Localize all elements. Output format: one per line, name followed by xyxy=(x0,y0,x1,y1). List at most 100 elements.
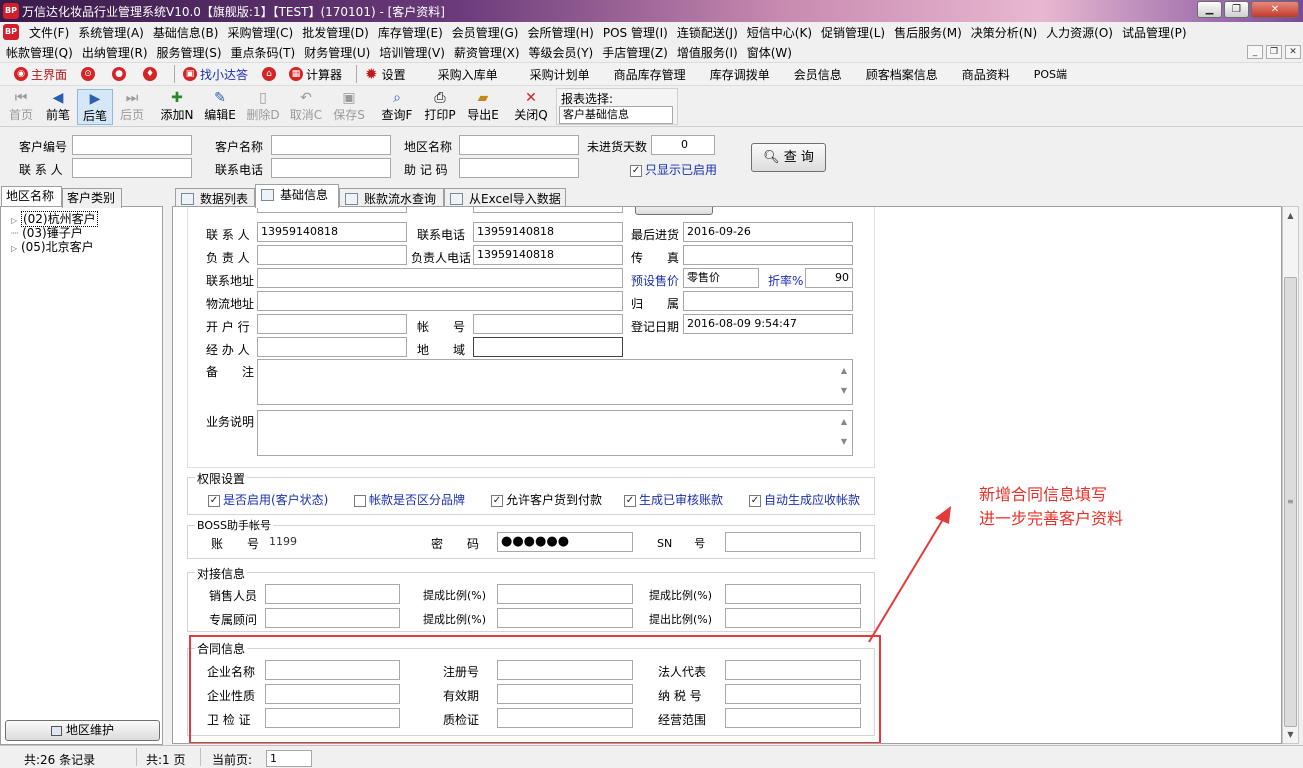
link-stock-manage[interactable]: 商品库存管理 xyxy=(614,66,686,83)
ratio1-field[interactable] xyxy=(497,584,633,604)
menu-barcode[interactable]: 重点条码(T) xyxy=(231,44,296,61)
maximize-icon[interactable]: ❐ xyxy=(1224,1,1249,18)
audited-checkbox[interactable]: ✓ 生成已审核账款 xyxy=(624,491,723,508)
bank-field[interactable] xyxy=(257,314,407,334)
ratio2-field[interactable] xyxy=(725,584,861,604)
menu-salary[interactable]: 薪资管理(X) xyxy=(454,44,520,61)
cancel-button[interactable]: ↶ 取消C xyxy=(287,89,325,125)
menu-wholesale[interactable]: 批发管理(D) xyxy=(302,24,369,41)
tab-region-name[interactable]: 地区名称 xyxy=(1,186,62,206)
no-purchase-days-input[interactable]: 0 xyxy=(651,135,715,155)
handler-field[interactable] xyxy=(257,337,407,357)
boss-password-field[interactable]: ●●●●●● xyxy=(497,532,633,552)
link-customer-archive[interactable]: 顾客档案信息 xyxy=(866,66,938,83)
menu-level-member[interactable]: 等级会员(Y) xyxy=(529,44,594,61)
account-field[interactable] xyxy=(473,314,623,334)
menu-service[interactable]: 服务管理(S) xyxy=(157,44,222,61)
menu-basic[interactable]: 基础信息(B) xyxy=(153,24,219,41)
fax-field[interactable] xyxy=(683,245,853,265)
calculator-button[interactable]: ▦ 计算器 xyxy=(289,66,342,83)
menu-finance[interactable]: 财务管理(U) xyxy=(304,44,370,61)
menu-sample[interactable]: 试品管理(P) xyxy=(1122,24,1187,41)
enabled-checkbox[interactable]: ✓ 是否启用(客户状态) xyxy=(208,491,328,508)
menu-purchase[interactable]: 采购管理(C) xyxy=(227,24,293,41)
current-page-input[interactable]: 1 xyxy=(266,750,312,767)
ratio3-field[interactable] xyxy=(497,608,633,628)
next-record-button[interactable]: ▶ 后笔 xyxy=(77,89,113,125)
reg-date-field[interactable]: 2016-08-09 9:54:47 xyxy=(683,314,853,334)
discount-field[interactable]: 90 xyxy=(805,268,853,288)
menu-accounts[interactable]: 帐款管理(Q) xyxy=(6,44,73,61)
contact-input[interactable] xyxy=(72,158,192,178)
belong-field[interactable] xyxy=(683,291,853,311)
scroll-up-icon[interactable]: ▲ xyxy=(1283,207,1298,224)
last-purchase-field[interactable]: 2016-09-26 xyxy=(683,222,853,242)
area-field[interactable] xyxy=(473,337,623,357)
menu-member[interactable]: 会员管理(G) xyxy=(452,24,519,41)
export-button[interactable]: ▰ 导出E xyxy=(464,89,502,125)
save-button[interactable]: ▣ 保存S xyxy=(330,89,368,125)
home-button[interactable]: ◉ 主界面 xyxy=(14,66,67,83)
mdi-restore-icon[interactable]: ❐ xyxy=(1266,45,1282,59)
logistics-field[interactable] xyxy=(257,291,623,311)
chat-button[interactable]: ● xyxy=(112,67,129,81)
mdi-close-icon[interactable]: ✕ xyxy=(1285,45,1301,59)
tab-basic-info[interactable]: 基础信息 xyxy=(255,184,339,208)
partial-field[interactable] xyxy=(473,207,623,213)
advisor-field[interactable] xyxy=(265,608,400,628)
add-button[interactable]: ✚ 添加N xyxy=(158,89,196,125)
remark-scroll-icon[interactable]: ▲ ▼ xyxy=(837,361,851,403)
discount-label[interactable]: 折率% xyxy=(768,272,803,289)
preset-price-select[interactable]: 零售价 xyxy=(683,268,759,288)
region-maint-button[interactable]: 地区维护 xyxy=(5,720,160,741)
region-name-input[interactable] xyxy=(459,135,579,155)
light-button[interactable]: ♦ xyxy=(143,67,160,81)
close-button[interactable]: ✕ 关闭Q xyxy=(512,89,550,125)
menu-window[interactable]: 窗体(W) xyxy=(747,44,792,61)
business-desc-textarea[interactable] xyxy=(257,410,853,456)
last-page-button[interactable]: ⏭ 后页 xyxy=(114,89,150,125)
menu-club[interactable]: 会所管理(H) xyxy=(527,24,593,41)
link-product-data[interactable]: 商品资料 xyxy=(962,66,1010,83)
mdi-app-icon[interactable]: BP xyxy=(3,24,19,40)
edit-button[interactable]: ✎ 编辑E xyxy=(201,89,239,125)
business-scroll-icon[interactable]: ▲ ▼ xyxy=(837,412,851,454)
ratio4-field[interactable] xyxy=(725,608,861,628)
menu-analysis[interactable]: 决策分析(N) xyxy=(971,24,1037,41)
settings-button[interactable]: ✹ 设置 xyxy=(365,65,406,83)
owner-field[interactable] xyxy=(257,245,407,265)
menu-file[interactable]: 文件(F) xyxy=(29,24,69,41)
find-helper-button[interactable]: ▣ 找小达答 xyxy=(183,66,248,83)
house-button[interactable]: ⌂ xyxy=(262,67,279,81)
memo-code-input[interactable] xyxy=(459,158,579,178)
menu-pos[interactable]: POS 管理(I) xyxy=(603,24,668,41)
link-member-info[interactable]: 会员信息 xyxy=(794,66,842,83)
menu-shop[interactable]: 手店管理(Z) xyxy=(602,44,668,61)
cust-no-input[interactable] xyxy=(72,135,192,155)
report-select-dropdown[interactable]: 客户基础信息 xyxy=(559,106,673,124)
mdi-minimize-icon[interactable]: _ xyxy=(1247,45,1263,59)
cust-name-input[interactable] xyxy=(271,135,391,155)
minimize-icon[interactable]: ▁ xyxy=(1197,1,1222,18)
phone-input[interactable] xyxy=(271,158,391,178)
query-filter-button[interactable]: 🔍︎ 查 询 xyxy=(751,143,826,172)
only-enabled-checkbox[interactable]: ✓ 只显示已启用 xyxy=(630,161,717,178)
sales-field[interactable] xyxy=(265,584,400,604)
partial-button[interactable] xyxy=(635,207,713,215)
address-field[interactable] xyxy=(257,268,623,288)
lock-button[interactable]: ⊙ xyxy=(81,67,98,81)
menu-hr[interactable]: 人力资源(O) xyxy=(1046,24,1113,41)
print-button[interactable]: ⎙ 打印P xyxy=(421,89,459,125)
first-page-button[interactable]: ⏮ 首页 xyxy=(3,89,39,125)
brand-separate-checkbox[interactable]: 帐款是否区分品牌 xyxy=(354,491,465,508)
delete-button[interactable]: ▯ 删除D xyxy=(244,89,282,125)
menu-aftersale[interactable]: 售后服务(M) xyxy=(894,24,962,41)
menu-vas[interactable]: 增值服务(I) xyxy=(677,44,738,61)
auto-receivable-checkbox[interactable]: ✓ 自动生成应收帐款 xyxy=(749,491,860,508)
remark-textarea[interactable] xyxy=(257,359,853,405)
menu-cashier[interactable]: 出纳管理(R) xyxy=(82,44,148,61)
scroll-down-icon[interactable]: ▼ xyxy=(1283,726,1298,743)
phone-field[interactable]: 13959140818 xyxy=(473,222,623,242)
link-pos[interactable]: POS端 xyxy=(1034,66,1067,82)
link-purchase-plan[interactable]: 采购计划单 xyxy=(530,66,590,83)
